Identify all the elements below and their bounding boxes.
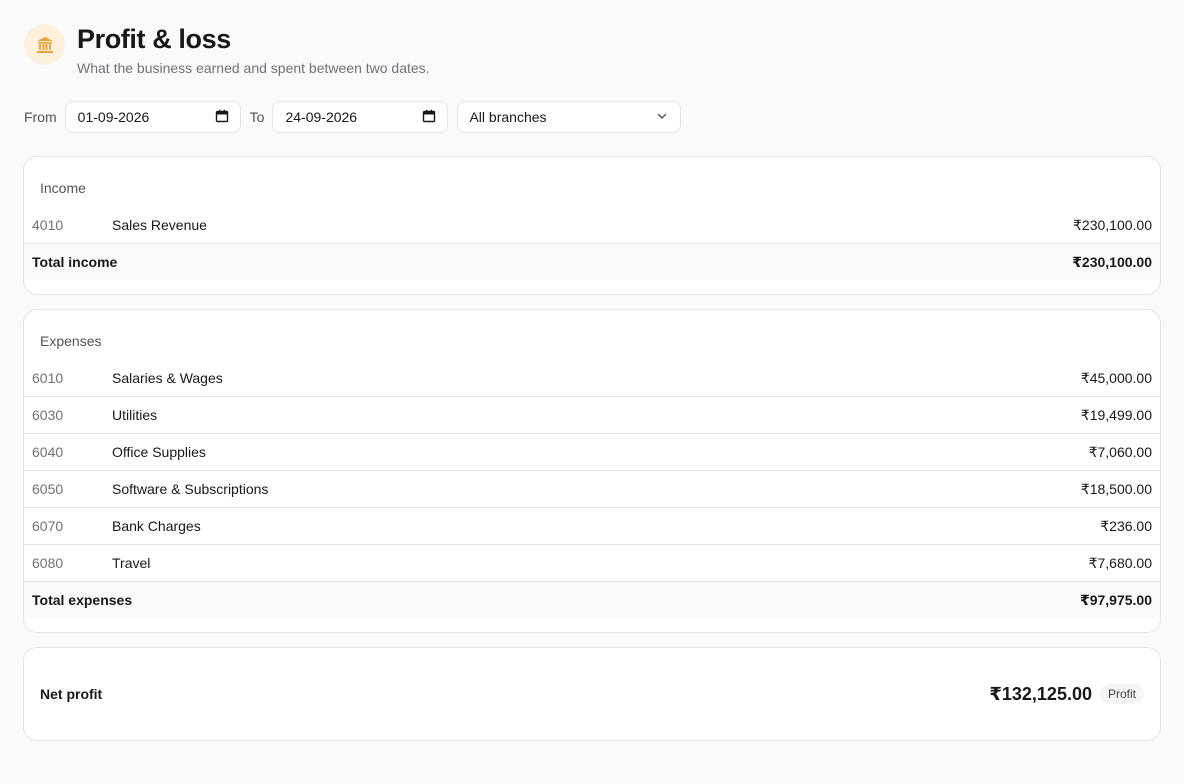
page-header: Profit & loss What the business earned a… bbox=[24, 24, 430, 76]
account-code: 6080 bbox=[32, 555, 64, 571]
page-subtitle: What the business earned and spent betwe… bbox=[77, 60, 430, 76]
account-name: Utilities bbox=[112, 407, 158, 423]
page-title: Profit & loss bbox=[77, 24, 231, 54]
from-date-input[interactable]: 01-09-2026 bbox=[64, 101, 241, 133]
expenses-section-title: Expenses bbox=[40, 333, 102, 349]
account-code: 6010 bbox=[32, 370, 64, 386]
account-code: 4010 bbox=[32, 217, 64, 233]
to-date-input[interactable]: 24-09-2026 bbox=[272, 101, 449, 133]
bank-icon bbox=[24, 24, 65, 65]
table-row: 6040 Office Supplies ₹7,060.00 bbox=[24, 434, 1160, 471]
from-date-value: 01-09-2026 bbox=[77, 109, 150, 125]
total-income-row: Total income ₹230,100.00 bbox=[24, 244, 1160, 280]
total-expenses-label: Total expenses bbox=[32, 592, 133, 608]
account-code: 6050 bbox=[32, 481, 64, 497]
to-date-value: 24-09-2026 bbox=[285, 109, 358, 125]
filter-bar: From 01-09-2026 To 24-09-2026 All branch… bbox=[24, 101, 682, 133]
from-label: From bbox=[24, 109, 57, 125]
total-expenses-row: Total expenses ₹97,975.00 bbox=[24, 582, 1160, 618]
table-row: 6080 Travel ₹7,680.00 bbox=[24, 545, 1160, 582]
net-profit-value: ₹132,125.00 bbox=[989, 683, 1092, 704]
branch-select[interactable]: All branches bbox=[457, 101, 682, 133]
status-badge: Profit bbox=[1099, 684, 1144, 704]
account-code: 6070 bbox=[32, 518, 64, 534]
table-row: 6070 Bank Charges ₹236.00 bbox=[24, 508, 1160, 545]
account-amount: ₹7,680.00 bbox=[1088, 554, 1152, 571]
total-income-label: Total income bbox=[32, 254, 118, 270]
account-name: Bank Charges bbox=[112, 518, 201, 534]
account-name: Sales Revenue bbox=[112, 217, 207, 233]
account-name: Software & Subscriptions bbox=[112, 481, 269, 497]
branch-select-value: All branches bbox=[469, 109, 547, 125]
to-label: To bbox=[249, 109, 265, 125]
total-income-value: ₹230,100.00 bbox=[1072, 253, 1152, 270]
calendar-icon[interactable] bbox=[422, 109, 436, 126]
net-profit-label: Net profit bbox=[40, 686, 103, 702]
account-amount: ₹19,499.00 bbox=[1080, 406, 1152, 423]
calendar-icon[interactable] bbox=[215, 109, 229, 126]
account-amount: ₹236.00 bbox=[1100, 517, 1152, 534]
income-card: Income 4010 Sales Revenue ₹230,100.00 To… bbox=[23, 156, 1161, 295]
account-name: Salaries & Wages bbox=[112, 370, 223, 386]
account-amount: ₹18,500.00 bbox=[1080, 480, 1152, 497]
account-amount: ₹7,060.00 bbox=[1088, 443, 1152, 460]
expenses-card: Expenses 6010 Salaries & Wages ₹45,000.0… bbox=[23, 309, 1161, 633]
account-code: 6030 bbox=[32, 407, 64, 423]
table-row: 6030 Utilities ₹19,499.00 bbox=[24, 397, 1160, 434]
account-name: Travel bbox=[112, 555, 151, 571]
account-amount: ₹45,000.00 bbox=[1080, 369, 1152, 386]
account-amount: ₹230,100.00 bbox=[1073, 216, 1152, 233]
total-expenses-value: ₹97,975.00 bbox=[1079, 591, 1152, 608]
account-code: 6040 bbox=[32, 444, 64, 460]
table-row: 6050 Software & Subscriptions ₹18,500.00 bbox=[24, 471, 1160, 508]
net-profit-card: Net profit ₹132,125.00 Profit bbox=[23, 647, 1161, 741]
account-name: Office Supplies bbox=[112, 444, 206, 460]
table-row: 6010 Salaries & Wages ₹45,000.00 bbox=[24, 360, 1160, 397]
income-section-title: Income bbox=[40, 180, 86, 196]
table-row: 4010 Sales Revenue ₹230,100.00 bbox=[24, 207, 1160, 244]
chevron-down-icon bbox=[656, 109, 668, 125]
